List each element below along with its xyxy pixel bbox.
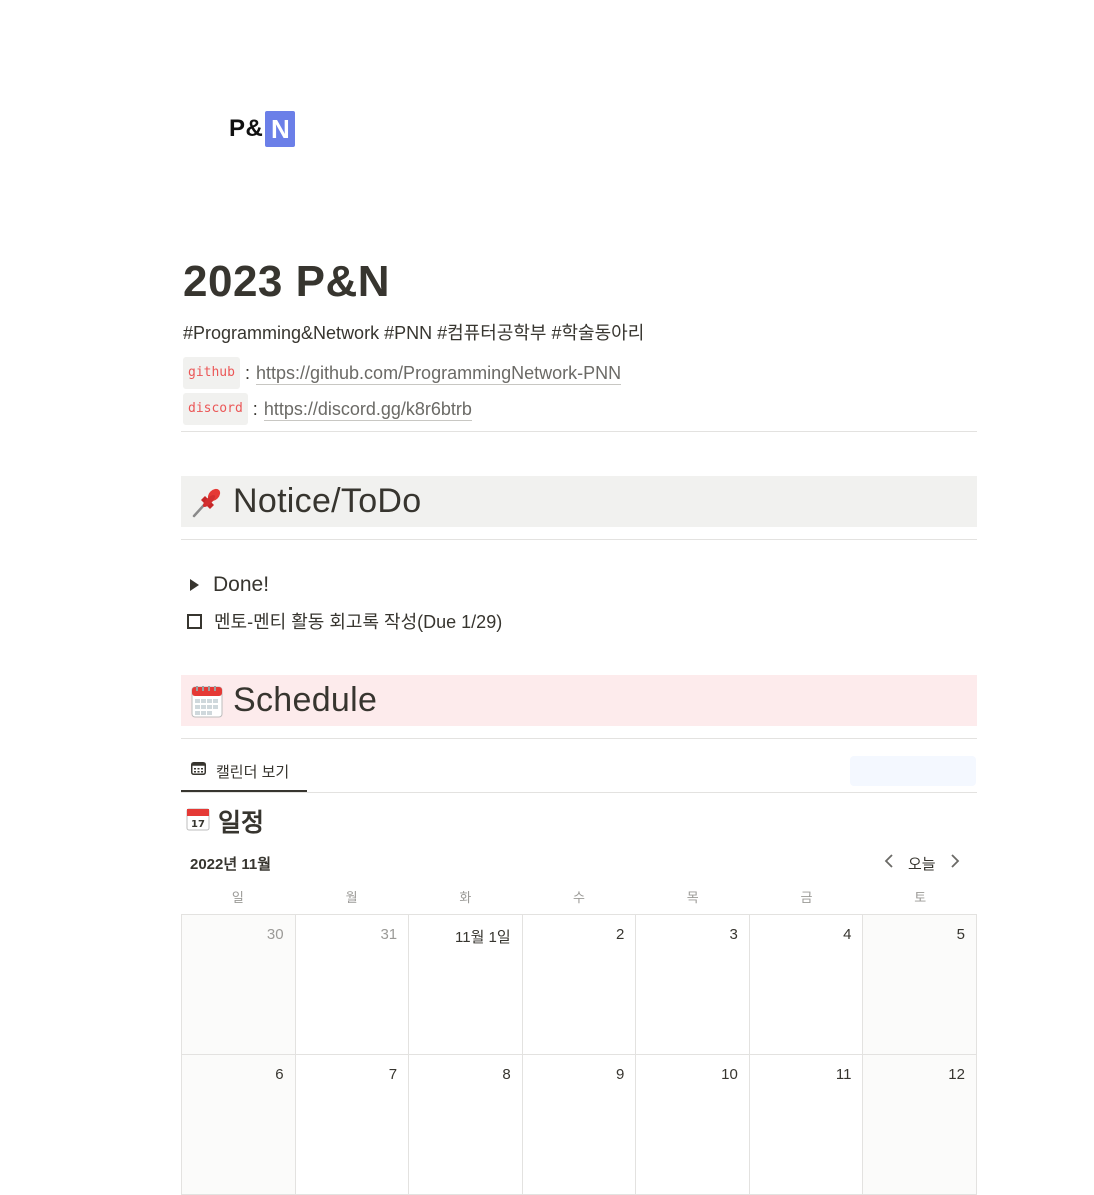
calendar-navigation: 오늘	[884, 852, 960, 874]
pushpin-icon	[181, 483, 233, 521]
logo-accent: N	[265, 111, 296, 147]
weekday-label: 화	[459, 890, 472, 905]
calendar-day-cell[interactable]: 7	[295, 1055, 410, 1195]
calendar-day-cell[interactable]: 5	[863, 915, 977, 1055]
svg-text:17: 17	[191, 819, 205, 830]
tab-calendar-view[interactable]: 캘린더 보기	[181, 752, 307, 792]
database-title: 17 일정	[186, 805, 264, 837]
todo-checkbox[interactable]	[187, 613, 202, 629]
weekday-label: 일	[231, 890, 244, 905]
discord-link[interactable]: https://discord.gg/k8r6btrb	[263, 398, 472, 421]
calendar-icon	[181, 684, 233, 718]
notice-heading-callout: Notice/ToDo	[181, 476, 977, 527]
day-number: 11월 1일	[455, 929, 511, 946]
github-link-row: github : https://github.com/ProgrammingN…	[183, 357, 622, 389]
chevron-left-icon[interactable]	[884, 853, 896, 873]
schedule-heading: Schedule	[233, 681, 378, 719]
day-number: 12	[948, 1066, 965, 1083]
weekday-label: 수	[573, 890, 585, 905]
divider	[181, 539, 977, 540]
github-link[interactable]: https://github.com/ProgrammingNetwork-PN…	[255, 362, 622, 385]
day-number: 6	[275, 1066, 284, 1083]
weekday-label: 월	[345, 890, 358, 905]
calendar-day-cell[interactable]: 12	[863, 1055, 977, 1195]
calendar-day-cell[interactable]: 30	[182, 915, 296, 1055]
divider	[181, 738, 977, 739]
calendar-day-cell[interactable]: 11	[749, 1055, 864, 1195]
link-separator: :	[244, 363, 250, 383]
day-number: 31	[380, 926, 398, 943]
weekday-label: 목	[686, 890, 699, 905]
new-button[interactable]	[850, 756, 976, 786]
day-number: 11	[835, 1066, 852, 1083]
page-tags: #Programming&Network #PNN #컴퓨터공학부 #학술동아리	[183, 323, 645, 343]
day-number: 7	[388, 1066, 398, 1083]
calendar-day-cell[interactable]: 2	[522, 915, 637, 1055]
weekday-label: 토	[914, 890, 927, 905]
link-separator: :	[252, 399, 258, 419]
month-label: 2022년 11월	[190, 856, 271, 873]
github-code-label: github	[183, 357, 240, 389]
calendar-day-cell[interactable]: 4	[749, 915, 864, 1055]
discord-link-row: discord : https://discord.gg/k8r6btrb	[183, 393, 472, 425]
calendar-date-icon: 17	[186, 807, 210, 836]
toggle-label: Done!	[213, 573, 270, 596]
calendar-day-cell[interactable]: 11월 1일	[409, 915, 523, 1055]
calendar-day-cell[interactable]: 10	[636, 1055, 750, 1195]
calendar-day-cell[interactable]: 6	[182, 1055, 296, 1195]
day-number: 5	[956, 926, 965, 943]
calendar-view-icon	[191, 762, 206, 780]
todo-item: 멘토-멘티 활동 회고록 작성(Due 1/29)	[187, 607, 502, 635]
day-number: 9	[615, 1066, 625, 1083]
day-number: 30	[266, 926, 284, 943]
workspace-logo: P& N	[229, 111, 296, 147]
calendar-grid: 30 31 11월 1일 2 3 4 5 6 7 8 9 10 11 12	[181, 914, 977, 1195]
database-title-text: 일정	[218, 809, 265, 837]
logo-text: P&	[229, 115, 264, 142]
weekday-header: 일 월 화 수 목 금 토	[181, 887, 977, 906]
chevron-right-icon[interactable]	[948, 853, 960, 873]
day-number: 2	[615, 926, 625, 943]
calendar-day-cell[interactable]: 3	[636, 915, 750, 1055]
notice-heading: Notice/ToDo	[233, 482, 422, 520]
calendar-day-cell[interactable]: 31	[295, 915, 410, 1055]
calendar-day-cell[interactable]: 9	[522, 1055, 637, 1195]
done-toggle[interactable]: Done!	[183, 570, 269, 600]
today-button[interactable]: 오늘	[908, 853, 936, 874]
page-title: 2023 P&N	[183, 257, 391, 306]
discord-code-label: discord	[183, 393, 248, 425]
todo-label: 멘토-멘티 활동 회고록 작성(Due 1/29)	[214, 612, 503, 632]
day-number: 3	[729, 926, 738, 943]
toggle-triangle-icon[interactable]	[190, 579, 199, 591]
day-number: 8	[502, 1066, 511, 1083]
day-number: 4	[843, 926, 852, 943]
weekday-label: 금	[800, 890, 813, 905]
tab-underline	[181, 792, 977, 793]
calendar-day-cell[interactable]: 8	[409, 1055, 523, 1195]
calendar-view-label: 캘린더 보기	[216, 763, 290, 781]
schedule-heading-callout: Schedule	[181, 675, 977, 726]
day-number: 10	[721, 1066, 738, 1083]
divider	[181, 431, 977, 432]
